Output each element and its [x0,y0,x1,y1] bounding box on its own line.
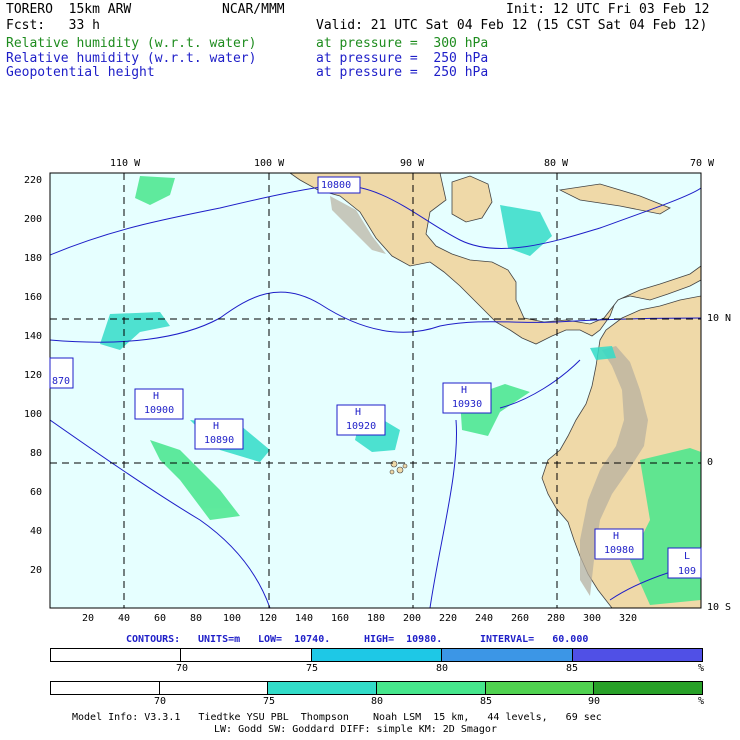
colorbar-green-tick: 70 [154,696,167,707]
top-label-90w: 90 W [400,158,425,169]
colorbar-green-tick: 90 [588,696,601,707]
bottom-tick: 100 [223,613,242,624]
colorbar-green-tick: 85 [480,696,493,707]
colorbar-blue-unit: % [698,663,705,674]
bottom-tick: 320 [619,613,638,624]
left-tick: 120 [24,370,43,381]
high-value: 10890 [204,435,235,446]
top-label-70w: 70 W [690,158,715,169]
high-value: 10930 [452,399,483,410]
colorbar-blue [50,648,703,662]
model-physics: LW: Godd SW: Goddard DIFF: simple KM: 2D… [214,724,497,735]
high-marker: H [355,407,362,418]
high-marker: H [613,531,620,542]
bottom-tick: 200 [403,613,422,624]
high-value: 10900 [144,405,175,416]
bottom-tick: 80 [190,613,203,624]
left-tick: 40 [30,526,43,537]
left-tick: 180 [24,253,43,264]
contour-info-label: CONTOURS: [126,634,181,645]
high-marker: H [153,391,160,402]
colorbar-green [50,681,703,695]
left-tick: 200 [24,214,43,225]
colorbar-green-tick: 75 [263,696,276,707]
colorbar-green-unit: % [698,696,705,707]
contour-label: 870 [52,376,71,387]
bottom-tick: 160 [331,613,350,624]
bottom-tick: 120 [259,613,278,624]
bottom-tick: 40 [118,613,131,624]
left-tick: 140 [24,331,43,342]
contour-label: 10800 [321,180,352,191]
contour-low: LOW= 10740. [258,634,331,645]
bottom-tick: 180 [367,613,386,624]
colorbar-blue-tick: 70 [176,663,189,674]
bottom-tick: 20 [82,613,95,624]
colorbar-blue-tick: 85 [566,663,579,674]
top-label-80w: 80 W [544,158,569,169]
bottom-tick: 260 [511,613,530,624]
high-value: 10980 [604,545,635,556]
contour-high: HIGH= 10980. [364,634,443,645]
bottom-tick: 220 [439,613,458,624]
bottom-tick: 300 [583,613,602,624]
weather-map [49,172,702,609]
colorbar-blue-tick: 80 [436,663,449,674]
top-label-110w: 110 W [110,158,141,169]
map-page: { "header": { "model": "TORERO 15km ARW"… [0,0,740,740]
right-label-10s: 10 S [707,602,732,613]
bottom-tick: 140 [295,613,314,624]
high-marker: H [213,421,220,432]
left-tick: 220 [24,175,43,186]
left-tick: 160 [24,292,43,303]
colorbar-blue-tick: 75 [306,663,319,674]
model-info: Model Info: V3.3.1 Tiedtke YSU PBL Thomp… [72,712,602,723]
left-tick: 80 [30,448,43,459]
bottom-tick: 240 [475,613,494,624]
left-tick: 100 [24,409,43,420]
low-marker: L [684,551,691,562]
colorbar-green-tick: 80 [371,696,384,707]
contour-interval: INTERVAL= 60.000 [480,634,589,645]
top-label-100w: 100 W [254,158,285,169]
high-marker: H [461,385,468,396]
right-label-0: 0 [707,457,714,468]
left-tick: 20 [30,565,43,576]
left-tick: 60 [30,487,43,498]
bottom-tick: 60 [154,613,167,624]
high-value: 10920 [346,421,377,432]
right-label-10n: 10 N [707,313,732,324]
contour-label: 109 [678,566,697,577]
bottom-tick: 280 [547,613,566,624]
contour-units: UNITS=m [198,634,241,645]
